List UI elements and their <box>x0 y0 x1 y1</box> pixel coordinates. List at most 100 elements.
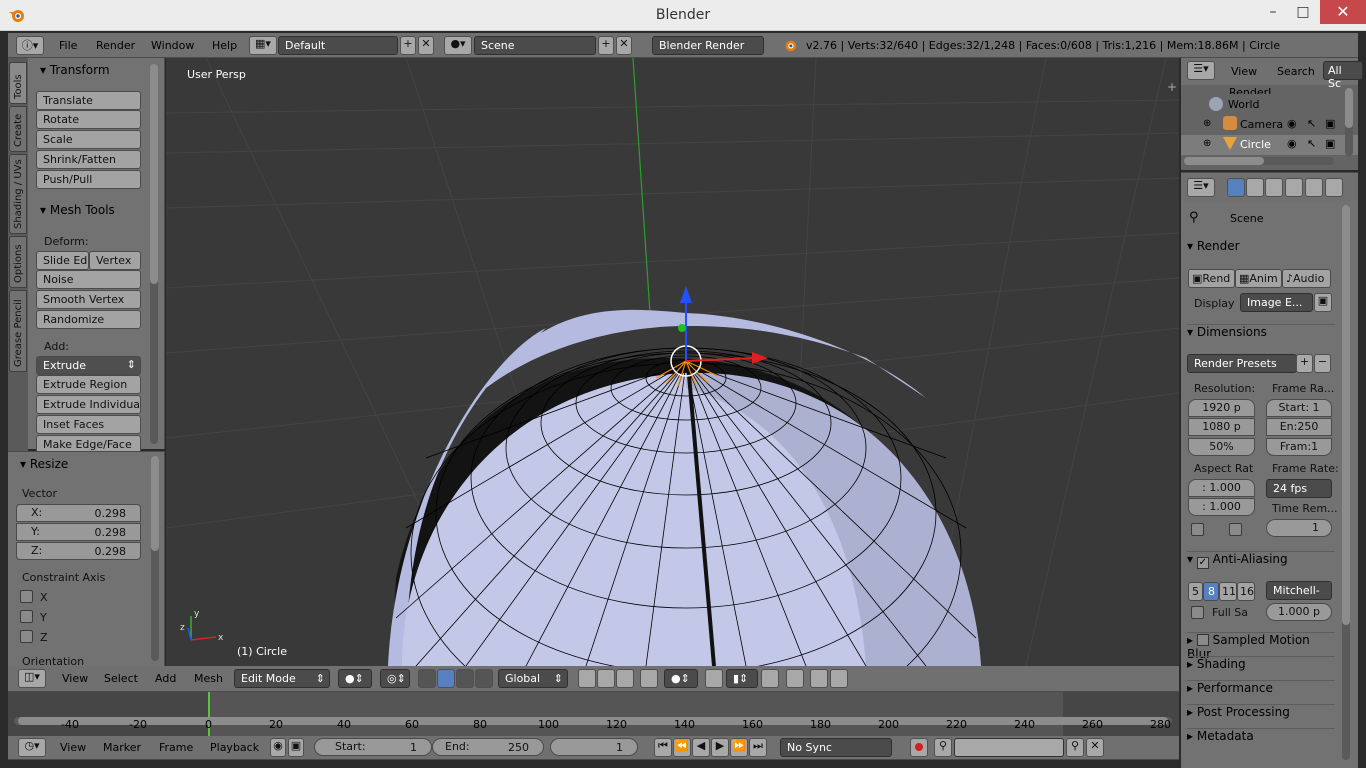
render-engine-select[interactable]: Blender Render <box>652 36 764 55</box>
keying-set-icon[interactable]: ⚲ <box>934 738 952 757</box>
performance-section-header[interactable]: ▸ Performance <box>1187 680 1335 700</box>
slide-edge-button[interactable]: Slide Ed <box>36 251 89 270</box>
minimize-button[interactable]: – <box>1258 0 1288 24</box>
tab-options[interactable]: Options <box>9 236 27 288</box>
face-select-icon[interactable] <box>616 669 634 688</box>
render-anim-button[interactable]: ▦Anim <box>1235 269 1282 288</box>
mode-select[interactable]: Edit Mode ⇕ <box>234 669 330 688</box>
outliner-editor-type-icon[interactable]: ☰▾ <box>1187 61 1215 80</box>
layers-icon[interactable] <box>786 669 804 688</box>
operator-scroll-thumb[interactable] <box>151 456 159 551</box>
tab-grease-pencil[interactable]: Grease Pencil <box>9 290 27 372</box>
tl-menu-frame[interactable]: Frame <box>159 741 193 754</box>
outliner-vscrollbar[interactable] <box>1345 88 1353 156</box>
render-anim-icon[interactable] <box>830 669 848 688</box>
object-context-icon[interactable] <box>1305 178 1323 197</box>
frame-rate-select[interactable]: 24 fps <box>1266 479 1332 498</box>
extrude-dropdown[interactable]: Extrude ⇕ <box>36 356 141 375</box>
shading-select[interactable]: ●⇕ <box>338 669 372 688</box>
lock-interface-icon[interactable]: ▣ <box>1314 293 1332 312</box>
record-icon[interactable] <box>910 738 928 757</box>
jump-start-icon[interactable]: ⏮ <box>654 738 672 757</box>
timeline-scroll-thumb[interactable] <box>18 717 1168 725</box>
manipulator-x-arrow[interactable] <box>752 352 768 364</box>
render-layers-context-icon[interactable] <box>1246 178 1264 197</box>
manipulator-z-arrow[interactable] <box>680 286 692 303</box>
manipulator-y-handle[interactable] <box>678 324 686 332</box>
start-frame-field[interactable]: Start: 1 <box>314 738 432 756</box>
snap-element-select[interactable]: ▮⇕ <box>726 669 758 688</box>
inset-faces-button[interactable]: Inset Faces <box>36 415 141 434</box>
scene-select[interactable]: Scene <box>474 36 596 55</box>
3d-viewport[interactable]: y x z User Persp (1) Circle + <box>166 58 1179 666</box>
mesh-tools-panel-title[interactable]: ▾ Mesh Tools <box>32 200 115 220</box>
resolution-x-field[interactable]: 1920 p <box>1188 399 1255 417</box>
outliner-vscroll-thumb[interactable] <box>1345 88 1353 128</box>
add-preset-icon[interactable]: + <box>1296 354 1313 373</box>
remove-preset-icon[interactable]: − <box>1314 354 1331 373</box>
play-icon[interactable]: ▶ <box>711 738 729 757</box>
properties-editor-type-icon[interactable]: ☰▾ <box>1187 178 1215 197</box>
motion-blur-section-header[interactable]: ▸ Sampled Motion Blur <box>1187 632 1335 661</box>
snap-target-icon[interactable] <box>761 669 779 688</box>
resize-panel-title[interactable]: ▾ Resize <box>12 454 68 474</box>
dimensions-section-header[interactable]: ▾ Dimensions <box>1187 324 1335 344</box>
tab-tools[interactable]: Tools <box>9 62 27 104</box>
toolshelf-scroll-thumb[interactable] <box>150 64 158 284</box>
outliner-hscroll-thumb[interactable] <box>1184 157 1264 165</box>
aspect-x-field[interactable]: : 1.000 <box>1188 479 1255 497</box>
tl-menu-view[interactable]: View <box>60 741 86 754</box>
expand-circle-icon[interactable]: ⊕ <box>1203 138 1211 149</box>
randomize-button[interactable]: Randomize <box>36 310 141 329</box>
remove-scene-icon[interactable]: ✕ <box>616 36 632 55</box>
operator-scrollbar[interactable] <box>151 456 159 661</box>
jump-end-icon[interactable]: ⏭ <box>749 738 767 757</box>
aa-samples-5[interactable]: 5 <box>1188 582 1203 601</box>
aa-samples-11[interactable]: 11 <box>1219 582 1237 601</box>
editor-type-icon[interactable]: ⓘ▾ <box>16 36 44 55</box>
outliner-item-camera[interactable]: Camera <box>1240 118 1283 131</box>
close-button[interactable]: ✕ <box>1320 0 1366 24</box>
keying-set-select[interactable] <box>954 738 1064 757</box>
smooth-vertex-button[interactable]: Smooth Vertex <box>36 290 141 309</box>
render-audio-button[interactable]: ♪Audio <box>1282 269 1331 288</box>
end-frame-field[interactable]: End: 250 <box>432 738 544 756</box>
timeline-editor-type-icon[interactable]: ◷▾ <box>18 738 46 757</box>
shrink-fatten-button[interactable]: Shrink/Fatten <box>36 150 141 169</box>
circle-select-icon[interactable]: ↖ <box>1307 137 1316 150</box>
display-select[interactable]: Image E... <box>1240 293 1313 312</box>
camera-render-icon[interactable]: ▣ <box>1325 117 1335 130</box>
resize-y-field[interactable]: Y: 0.298 <box>16 523 141 541</box>
pivot-select[interactable]: ◎⇕ <box>380 669 410 688</box>
scene-context-icon[interactable] <box>1265 178 1283 197</box>
border-checkbox[interactable] <box>1191 523 1204 536</box>
noise-button[interactable]: Noise <box>36 270 141 289</box>
snap-icon[interactable] <box>705 669 723 688</box>
vp-menu-mesh[interactable]: Mesh <box>194 672 223 685</box>
resolution-percent-field[interactable]: 50% <box>1188 438 1255 456</box>
play-reverse-icon[interactable]: ◀ <box>692 738 710 757</box>
properties-scrollbar[interactable] <box>1342 205 1350 760</box>
maximize-button[interactable]: □ <box>1288 0 1318 24</box>
jump-keyframe-back-icon[interactable]: ⏪ <box>673 738 691 757</box>
lock-range-icon[interactable]: ▣ <box>288 738 304 757</box>
camera-visibility-icon[interactable]: ◉ <box>1287 117 1297 130</box>
push-pull-button[interactable]: Push/Pull <box>36 170 141 189</box>
orientation-select[interactable]: Global ⇕ <box>498 669 568 688</box>
circle-visibility-icon[interactable]: ◉ <box>1287 137 1297 150</box>
shading-section-header[interactable]: ▸ Shading <box>1187 656 1335 676</box>
extrude-individual-button[interactable]: Extrude Individual <box>36 395 141 414</box>
tab-shading-uvs[interactable]: Shading / UVs <box>9 154 27 234</box>
constraint-z-checkbox[interactable] <box>20 630 33 643</box>
screen-layout-icon[interactable]: ▦▾ <box>249 36 277 55</box>
delete-keyframe-icon[interactable]: ✕ <box>1086 738 1104 757</box>
menu-help[interactable]: Help <box>212 39 237 52</box>
antialiasing-section-header[interactable]: ▾ ✓ Anti-Aliasing <box>1187 551 1335 571</box>
insert-keyframe-icon[interactable]: ⚲ <box>1066 738 1084 757</box>
aa-filter-select[interactable]: Mitchell- <box>1266 581 1332 600</box>
outliner-menu-search[interactable]: Search <box>1277 65 1315 78</box>
resolution-y-field[interactable]: 1080 p <box>1188 418 1255 436</box>
display-mode-select[interactable]: All Sc <box>1323 61 1363 90</box>
layout-select[interactable]: Default <box>278 36 398 55</box>
tab-create[interactable]: Create <box>9 106 27 152</box>
